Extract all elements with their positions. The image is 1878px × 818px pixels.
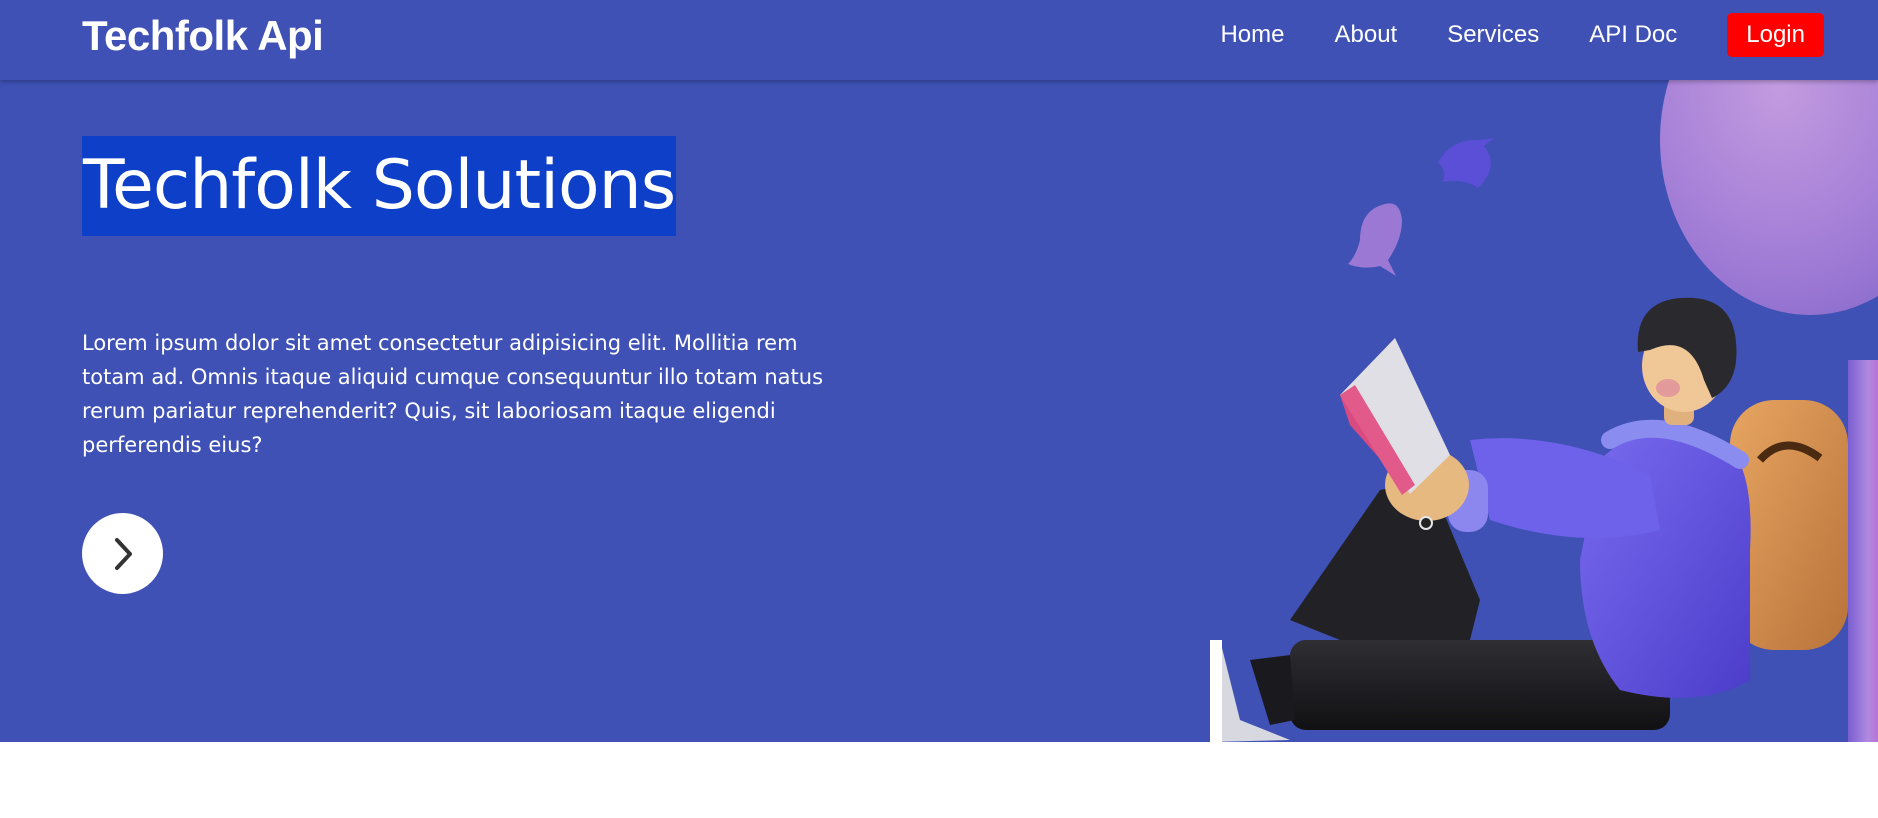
nav-link-services[interactable]: Services	[1447, 21, 1539, 49]
chevron-right-icon	[114, 537, 132, 570]
next-button[interactable]	[82, 513, 163, 594]
hero-illustration	[1210, 80, 1878, 742]
nav-link-home[interactable]: Home	[1220, 21, 1284, 49]
nav-link-api-doc[interactable]: API Doc	[1589, 21, 1677, 49]
bird-icon	[1438, 138, 1494, 188]
hero-title: Techfolk Solutions	[82, 136, 676, 236]
tree-trunk	[1848, 360, 1878, 742]
navbar: Techfolk Api Home About Services API Doc…	[0, 0, 1878, 80]
nav-links: Home About Services API Doc Login	[1220, 13, 1824, 57]
hero-section: Techfolk Solutions Lorem ipsum dolor sit…	[0, 80, 1878, 742]
person-shoe-sole	[1210, 640, 1222, 742]
nav-link-about[interactable]: About	[1334, 21, 1397, 49]
brand-logo[interactable]: Techfolk Api	[82, 12, 324, 60]
hero-description: Lorem ipsum dolor sit amet consectetur a…	[82, 331, 824, 457]
person-cheek	[1656, 379, 1680, 397]
person-shoe	[1250, 655, 1295, 725]
bird-icon	[1348, 203, 1402, 276]
wrist-watch	[1419, 516, 1433, 530]
tree-canopy	[1660, 80, 1878, 315]
login-button[interactable]: Login	[1727, 13, 1824, 57]
